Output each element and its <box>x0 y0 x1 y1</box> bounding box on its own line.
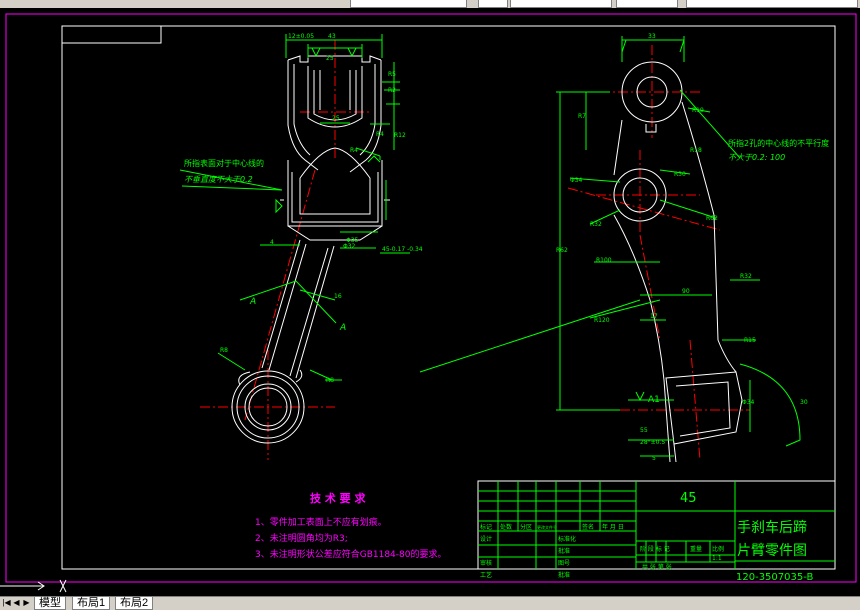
svg-text:技 术 要 求: 技 术 要 求 <box>310 491 366 505</box>
svg-text:17: 17 <box>650 313 658 320</box>
svg-text:更改文件号: 更改文件号 <box>537 524 557 530</box>
svg-text:45-0.17 -0.34: 45-0.17 -0.34 <box>382 246 423 253</box>
svg-text:R18: R18 <box>690 147 702 154</box>
svg-text:25: 25 <box>332 115 340 122</box>
svg-text:30: 30 <box>800 399 808 406</box>
svg-text:重量: 重量 <box>690 545 702 553</box>
svg-text:所指表面对于中心线的: 所指表面对于中心线的 <box>184 158 264 168</box>
svg-text:Φ32: Φ32 <box>343 243 356 250</box>
svg-text:所指2孔的中心线的不平行度: 所指2孔的中心线的不平行度 <box>728 138 829 148</box>
tab-layout1[interactable]: 布局1 <box>72 597 111 610</box>
svg-text:5: 5 <box>652 455 656 462</box>
svg-text:年 月 日: 年 月 日 <box>602 523 624 531</box>
svg-text:1:1: 1:1 <box>712 555 722 562</box>
svg-text:工艺: 工艺 <box>480 571 492 579</box>
svg-text:R12: R12 <box>394 132 406 139</box>
svg-text:2、未注明圆角均为R3;: 2、未注明圆角均为R3; <box>255 532 348 544</box>
svg-text:阶 段 标 记: 阶 段 标 记 <box>640 545 670 553</box>
svg-text:4: 4 <box>270 239 274 246</box>
sheet-boundary <box>5 13 857 583</box>
svg-text:标准化: 标准化 <box>558 535 576 543</box>
svg-text:R19: R19 <box>692 107 704 114</box>
svg-text:45: 45 <box>680 491 697 506</box>
svg-text:R2: R2 <box>388 87 396 94</box>
svg-text:R4: R4 <box>376 131 384 138</box>
svg-text:R4: R4 <box>350 147 358 154</box>
svg-text:12±0.05: 12±0.05 <box>288 33 314 40</box>
svg-text:R7: R7 <box>578 113 586 120</box>
svg-text:Φ34: Φ34 <box>570 177 583 184</box>
svg-text:比例: 比例 <box>712 545 724 553</box>
svg-text:R15: R15 <box>744 337 756 344</box>
toolbar <box>0 0 860 8</box>
svg-text:R62: R62 <box>706 215 718 222</box>
first-tab-icon[interactable]: |◀ <box>2 598 11 608</box>
svg-text:图号: 图号 <box>558 560 570 567</box>
svg-text:R8: R8 <box>220 347 228 354</box>
svg-text:55: 55 <box>640 427 648 434</box>
left-view: 12±0.05 43 25 25 R5 R2 R4 R12 R4 16 Φ35 … <box>179 33 423 460</box>
svg-text:16: 16 <box>334 293 342 300</box>
svg-text:A: A <box>339 323 346 333</box>
frame-corner-box <box>61 25 162 44</box>
svg-text:A: A <box>249 297 256 307</box>
tab-layout2[interactable]: 布局2 <box>115 597 154 610</box>
tech-requirements: 技 术 要 求 1、零件加工表面上不应有划痕。 2、未注明圆角均为R3; 3、未… <box>255 491 446 560</box>
svg-text:R5: R5 <box>388 71 396 78</box>
svg-text:R30: R30 <box>674 171 686 178</box>
svg-text:签名: 签名 <box>582 523 594 531</box>
drawing-frame <box>61 25 836 570</box>
svg-text:手刹车后蹄: 手刹车后蹄 <box>737 519 807 536</box>
svg-text:3、未注明形状公差应符合GB1184-80的要求。: 3、未注明形状公差应符合GB1184-80的要求。 <box>255 548 446 560</box>
tab-model[interactable]: 模型 <box>34 597 66 610</box>
svg-text:不大于0.2: 100: 不大于0.2: 100 <box>728 153 785 162</box>
svg-text:批准: 批准 <box>558 547 570 555</box>
svg-text:设计: 设计 <box>480 535 492 543</box>
svg-text:R32: R32 <box>590 221 602 228</box>
svg-text:批准: 批准 <box>558 571 570 579</box>
svg-text:R8: R8 <box>326 377 334 384</box>
svg-text:120-3507035-B: 120-3507035-B <box>736 572 813 583</box>
svg-text:33: 33 <box>648 33 656 40</box>
svg-text:处数: 处数 <box>500 523 512 531</box>
svg-text:25: 25 <box>326 55 334 62</box>
svg-text:90: 90 <box>682 288 690 295</box>
svg-text:43: 43 <box>328 33 336 40</box>
drawing-canvas[interactable]: 12±0.05 43 25 25 R5 R2 R4 R12 R4 16 Φ35 … <box>0 8 860 596</box>
svg-text:标记: 标记 <box>480 523 492 531</box>
layout-tab-bar: |◀ ◀ ▶ 模型 布局1 布局2 <box>0 596 860 610</box>
svg-text:R32: R32 <box>740 273 752 280</box>
svg-text:不垂直度不大于0.2: 不垂直度不大于0.2 <box>184 175 253 184</box>
svg-text:A1: A1 <box>648 395 660 405</box>
svg-text:审核: 审核 <box>480 559 492 567</box>
svg-text:共 张 第 张: 共 张 第 张 <box>642 563 672 571</box>
next-tab-icon[interactable]: ▶ <box>22 598 31 608</box>
svg-text:R62: R62 <box>556 247 568 254</box>
svg-text:Φ34: Φ34 <box>742 399 755 406</box>
svg-text:1、零件加工表面上不应有划痕。: 1、零件加工表面上不应有划痕。 <box>255 516 387 528</box>
svg-text:片臂零件图: 片臂零件图 <box>737 543 807 559</box>
svg-text:R120: R120 <box>594 317 610 324</box>
title-block: 标记 处数 分区 更改文件号 签名 年 月 日 设计 审核 工艺 标准化 批准 … <box>477 480 836 583</box>
svg-text:分区: 分区 <box>520 523 532 531</box>
svg-text:R100: R100 <box>596 257 612 264</box>
prev-tab-icon[interactable]: ◀ <box>12 598 21 608</box>
right-view: 33 R7 R19 R18 R30 R62 Φ34 R32 R62 R100 R… <box>419 33 829 463</box>
svg-text:28°±0.5: 28°±0.5 <box>640 439 665 446</box>
